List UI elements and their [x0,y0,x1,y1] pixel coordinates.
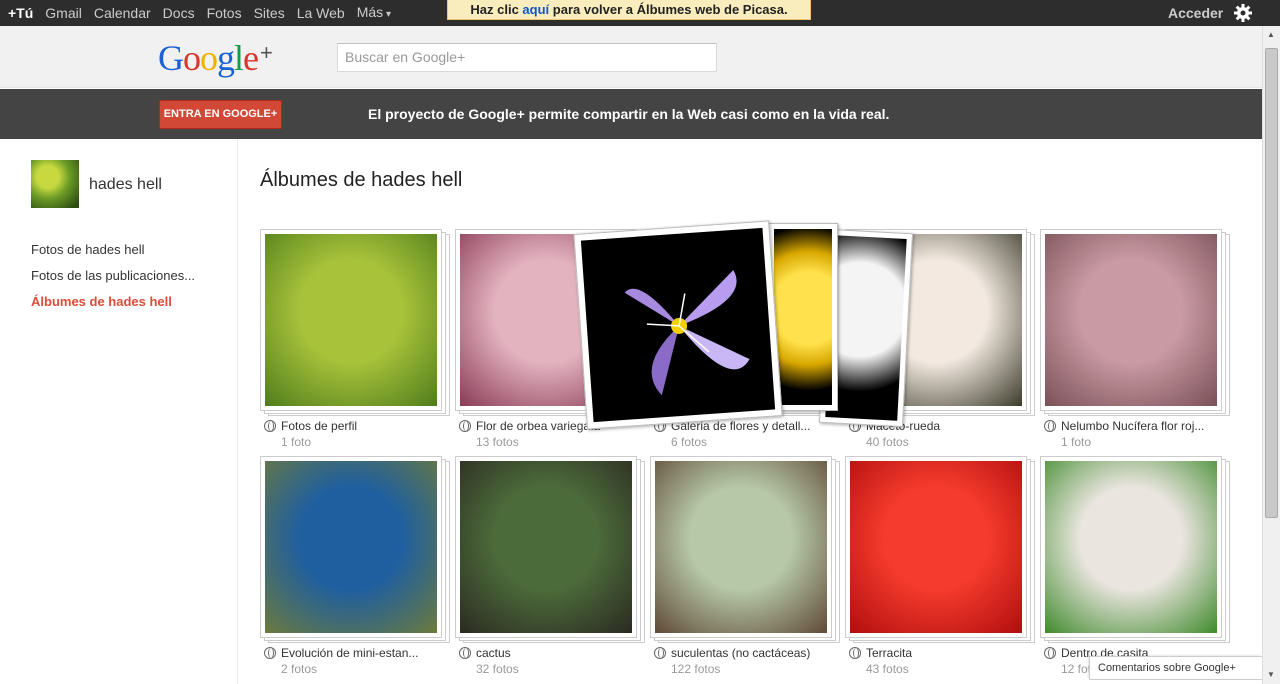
logo-plus: + [260,40,273,65]
album-photo-count: 1 foto [1061,435,1092,449]
album-title[interactable]: cactus [476,646,626,660]
album-hover-preview[interactable] [573,219,914,430]
globe-icon [459,647,471,659]
feedback-button[interactable]: Comentarios sobre Google+ [1089,656,1262,680]
album-card[interactable]: suculentas (no cactáceas) 122 fotos [650,456,845,681]
album-cover-image [655,461,827,633]
sidebar-item-photos[interactable]: Fotos de hades hell [31,242,195,268]
notice-link[interactable]: aquí [522,2,549,17]
scroll-thumb[interactable] [1265,48,1278,518]
album-card[interactable]: Nelumbo Nucífera flor roj... 1 foto [1040,229,1235,454]
vertical-scrollbar[interactable]: ▲ ▼ [1262,26,1280,684]
album-title[interactable]: Evolución de mini-estan... [281,646,431,660]
top-bar: +Tú Gmail Calendar Docs Fotos Sites La W… [0,0,1280,26]
album-cover-image [1045,234,1217,406]
nav-docs[interactable]: Docs [157,0,201,26]
album-card[interactable]: cactus 32 fotos [455,456,650,681]
sidebar-links: Fotos de hades hell Fotos de las publica… [31,242,195,320]
nav-fotos[interactable]: Fotos [201,0,248,26]
signin-link[interactable]: Acceder [1168,0,1223,26]
logo-text: Google [158,38,259,78]
flower-image [624,270,750,396]
nav-sites[interactable]: Sites [248,0,291,26]
album-photo-count: 122 fotos [671,662,721,676]
album-title[interactable]: Terracita [866,646,1016,660]
notice-text-before: Haz clic [470,2,523,17]
album-photo-count: 13 fotos [476,435,519,449]
gear-icon[interactable] [1233,3,1253,23]
promo-bar: ENTRA EN GOOGLE+ El proyecto de Google+ … [0,89,1262,139]
search-input[interactable]: Buscar en Google+ [337,43,717,72]
album-cover-image [460,461,632,633]
top-nav: +Tú Gmail Calendar Docs Fotos Sites La W… [0,0,397,26]
album-card[interactable]: Evolución de mini-estan... 2 fotos [260,456,455,681]
album-cover[interactable] [455,456,637,638]
globe-icon [654,647,666,659]
album-cover-image [265,461,437,633]
album-photo-count: 43 fotos [866,662,909,676]
album-card[interactable]: Terracita 43 fotos [845,456,1040,681]
scroll-down-icon[interactable]: ▼ [1267,670,1275,679]
album-photo-count: 1 foto [281,435,312,449]
album-cover[interactable] [260,456,442,638]
album-photo-count: 40 fotos [866,435,909,449]
sidebar-item-albums[interactable]: Álbumes de hades hell [31,294,195,320]
globe-icon [459,420,471,432]
promo-text: El proyecto de Google+ permite compartir… [368,106,890,122]
preview-photo-front [573,220,783,430]
nav-more[interactable]: Más [351,0,397,28]
globe-icon [264,420,276,432]
google-plus-logo[interactable]: Google+ [158,37,273,79]
album-card[interactable]: Dentro de casita 12 fotos [1040,456,1235,681]
nav-calendar[interactable]: Calendar [88,0,157,26]
avatar[interactable] [31,160,79,208]
album-card[interactable]: Fotos de perfil 1 foto [260,229,455,454]
nav-me[interactable]: +Tú [0,0,39,26]
album-cover[interactable] [1040,229,1222,411]
nav-gmail[interactable]: Gmail [39,0,88,26]
album-photo-count: 6 fotos [671,435,708,449]
join-google-plus-button[interactable]: ENTRA EN GOOGLE+ [159,100,282,129]
user-name[interactable]: hades hell [89,176,162,194]
page-title: Álbumes de hades hell [260,169,463,191]
album-title[interactable]: Nelumbo Nucífera flor roj... [1061,419,1211,433]
notice-text-after: para volver a Álbumes web de Picasa. [549,2,788,17]
album-cover[interactable] [1040,456,1222,638]
album-cover[interactable] [650,456,832,638]
album-cover[interactable] [845,456,1027,638]
globe-icon [1044,420,1056,432]
album-photo-count: 2 fotos [281,662,318,676]
globe-icon [1044,647,1056,659]
album-cover-image [850,461,1022,633]
scroll-up-icon[interactable]: ▲ [1267,30,1275,39]
album-title[interactable]: Fotos de perfil [281,419,431,433]
picasa-notice: Haz clic aquí para volver a Álbumes web … [447,0,811,20]
album-cover[interactable] [260,229,442,411]
album-cover-image [1045,461,1217,633]
globe-icon [849,647,861,659]
nav-web[interactable]: La Web [291,0,351,26]
globe-icon [264,647,276,659]
header: Google+ Buscar en Google+ [0,26,1280,88]
album-photo-count: 32 fotos [476,662,519,676]
sidebar-item-post-photos[interactable]: Fotos de las publicaciones... [31,268,195,294]
album-cover-image [265,234,437,406]
album-title[interactable]: suculentas (no cactáceas) [671,646,821,660]
sidebar: hades hell Fotos de hades hell Fotos de … [0,139,238,684]
